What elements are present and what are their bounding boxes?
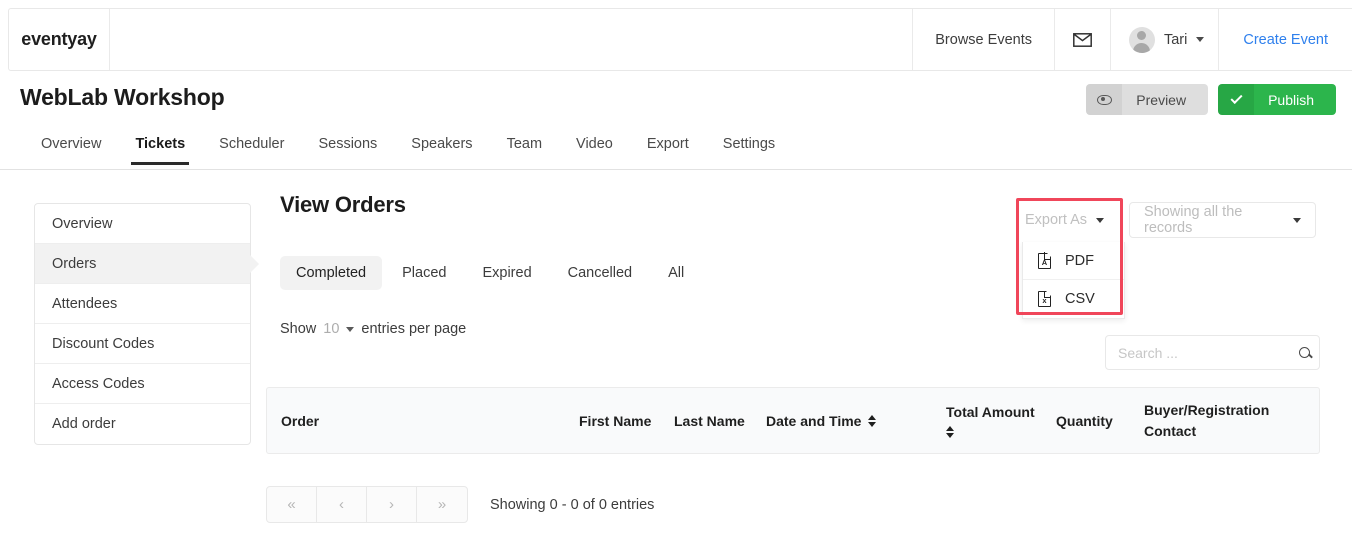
tab-team[interactable]: Team (490, 136, 559, 164)
search-box[interactable] (1105, 335, 1320, 370)
export-as-dropdown: Export As A PDF x CSV (1022, 202, 1125, 319)
export-menu: A PDF x CSV (1022, 242, 1125, 319)
filter-expired[interactable]: Expired (466, 256, 547, 290)
avatar (1128, 26, 1155, 53)
column-header-total-amount-label: Total Amount (946, 403, 1035, 420)
filter-cancelled[interactable]: Cancelled (552, 256, 649, 290)
preview-button[interactable]: Preview (1086, 84, 1209, 115)
column-header-buyer-registration-contact[interactable]: Buyer/Registration Contact (1140, 400, 1269, 441)
event-header: WebLab Workshop Preview Publish (0, 76, 1352, 128)
tab-overview[interactable]: Overview (24, 136, 118, 164)
tab-speakers[interactable]: Speakers (394, 136, 489, 164)
nav-spacer (110, 9, 914, 70)
tab-export[interactable]: Export (630, 136, 706, 164)
pagination-prev-button[interactable]: ‹ (317, 487, 367, 522)
tab-scheduler[interactable]: Scheduler (202, 136, 301, 164)
search-input[interactable] (1118, 344, 1299, 361)
tab-video[interactable]: Video (559, 136, 630, 164)
sort-icon[interactable] (868, 414, 877, 427)
top-navigation-bar: eventyay Browse Events Tari Create Event (8, 8, 1352, 71)
browse-events-link[interactable]: Browse Events (913, 9, 1055, 70)
tab-settings[interactable]: Settings (706, 136, 792, 164)
tab-sessions[interactable]: Sessions (301, 136, 394, 164)
entries-per-page-suffix: entries per page (361, 321, 467, 337)
records-filter-value: Showing all the records (1144, 204, 1243, 236)
chevron-down-icon (1196, 37, 1205, 42)
entries-per-page-value[interactable]: 10 (323, 321, 339, 337)
sort-icon[interactable] (946, 425, 954, 438)
sidebar-item-discount-codes[interactable]: Discount Codes (35, 324, 250, 364)
pagination-first-button[interactable]: « (267, 487, 317, 522)
mail-button[interactable] (1055, 9, 1111, 70)
chevron-down-icon[interactable] (346, 326, 355, 332)
column-header-date-and-time-label: Date and Time (766, 412, 862, 429)
export-option-pdf-label: PDF (1065, 252, 1094, 269)
column-header-first-name[interactable]: First Name (575, 413, 670, 429)
pdf-file-icon: A (1038, 252, 1052, 269)
column-header-last-name[interactable]: Last Name (670, 413, 762, 429)
filter-completed[interactable]: Completed (280, 256, 383, 290)
tab-tickets[interactable]: Tickets (118, 136, 202, 165)
csv-file-icon: x (1038, 290, 1052, 307)
show-label: Show (280, 321, 317, 337)
sidebar-item-orders[interactable]: Orders (35, 244, 259, 284)
chevron-down-icon (1096, 217, 1105, 223)
brand-logo[interactable]: eventyay (9, 9, 110, 70)
column-header-date-and-time[interactable]: Date and Time (762, 413, 942, 429)
publish-button-label: Publish (1254, 84, 1336, 115)
records-filter-select[interactable]: Showing all the records (1129, 202, 1316, 238)
pagination: « ‹ › » Showing 0 - 0 of 0 entries (266, 486, 654, 523)
column-header-total-amount[interactable]: Total Amount (942, 404, 1052, 438)
pagination-next-button[interactable]: › (367, 487, 417, 522)
column-header-quantity[interactable]: Quantity (1052, 413, 1140, 429)
orders-table-header: Order First Name Last Name Date and Time… (267, 388, 1319, 453)
sidebar-item-add-order[interactable]: Add order (35, 404, 250, 444)
event-tabs: Overview Tickets Scheduler Sessions Spea… (0, 136, 1352, 170)
sidebar-item-overview[interactable]: Overview (35, 204, 250, 244)
envelope-icon (1073, 32, 1092, 47)
header-actions: Preview Publish (1086, 84, 1336, 115)
order-status-filters: Completed Placed Expired Cancelled All (280, 256, 1324, 290)
publish-button[interactable]: Publish (1218, 84, 1336, 115)
user-name-label: Tari (1163, 31, 1188, 48)
sidebar-item-access-codes[interactable]: Access Codes (35, 364, 250, 404)
search-icon[interactable] (1299, 347, 1310, 358)
eye-icon (1086, 84, 1123, 115)
export-as-label: Export As (1025, 212, 1088, 228)
tickets-sidebar: Overview Orders Attendees Discount Codes… (34, 203, 259, 445)
filter-placed[interactable]: Placed (386, 256, 462, 290)
user-menu[interactable]: Tari (1111, 9, 1220, 70)
export-option-pdf[interactable]: A PDF (1023, 242, 1124, 280)
export-option-csv[interactable]: x CSV (1023, 280, 1124, 318)
pagination-buttons: « ‹ › » (266, 486, 468, 523)
export-as-button[interactable]: Export As (1022, 202, 1125, 238)
chevron-down-icon (1293, 217, 1301, 223)
filter-all[interactable]: All (652, 256, 700, 290)
pagination-last-button[interactable]: » (417, 487, 467, 522)
sidebar-item-attendees[interactable]: Attendees (35, 284, 250, 324)
check-icon (1218, 84, 1255, 115)
pagination-info: Showing 0 - 0 of 0 entries (490, 496, 655, 513)
create-event-link[interactable]: Create Event (1219, 9, 1352, 70)
column-header-order[interactable]: Order (267, 413, 575, 429)
orders-table: Order First Name Last Name Date and Time… (266, 387, 1320, 454)
export-option-csv-label: CSV (1065, 291, 1095, 307)
page-title: WebLab Workshop (20, 84, 225, 110)
preview-button-label: Preview (1122, 84, 1209, 115)
